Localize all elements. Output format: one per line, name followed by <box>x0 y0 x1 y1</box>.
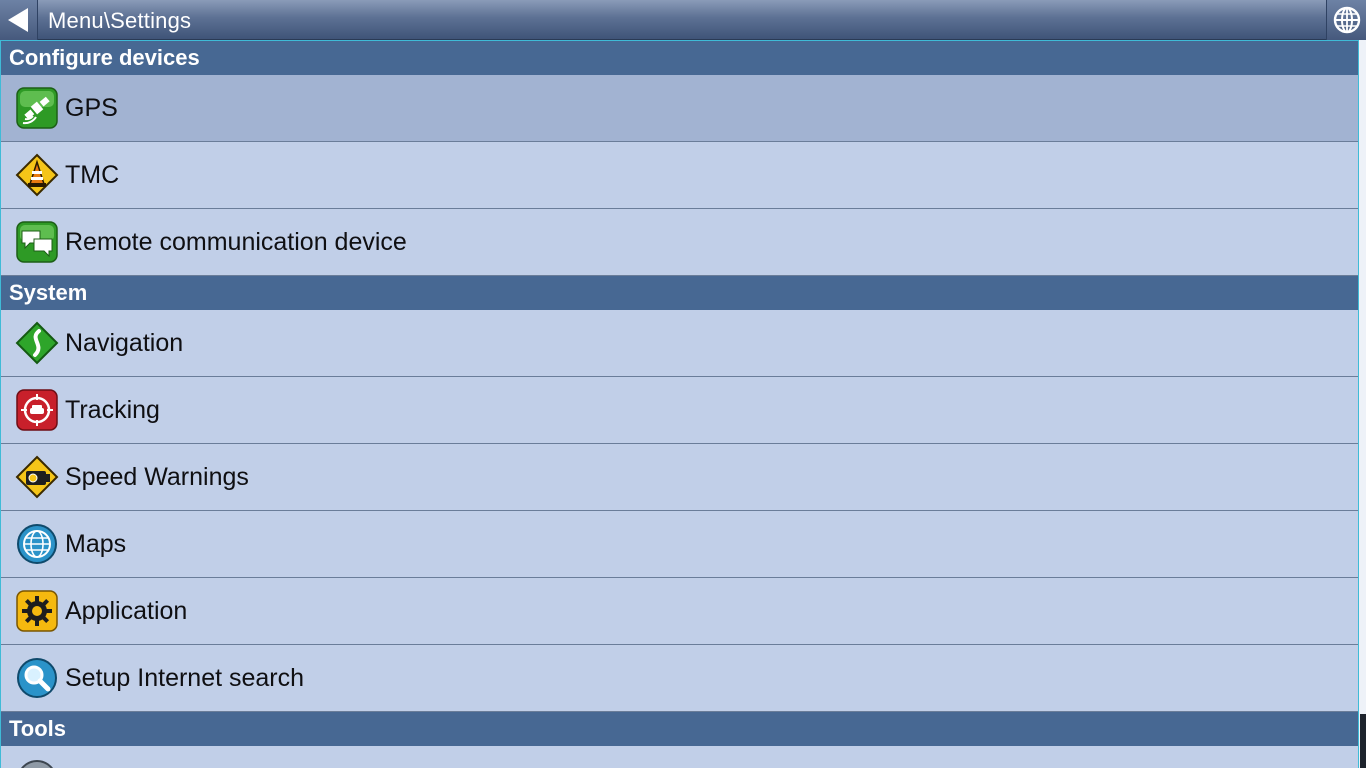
title-bar: Menu\Settings <box>0 0 1366 40</box>
settings-list: Configure devices GPS TMC Remote communi… <box>0 40 1358 768</box>
list-item-setup-internet-search[interactable]: Setup Internet search <box>1 645 1358 712</box>
list-item-application[interactable]: Application <box>1 578 1358 645</box>
list-item-label: Navigation <box>65 328 184 357</box>
partial-item-icon <box>21 760 53 768</box>
language-button[interactable] <box>1326 0 1366 40</box>
section-header-tools: Tools <box>1 712 1358 746</box>
list-item-remote-communication-device[interactable]: Remote communication device <box>1 209 1358 276</box>
list-item-label: Speed Warnings <box>65 462 249 491</box>
list-item-speed-warnings[interactable]: Speed Warnings <box>1 444 1358 511</box>
magnifier-icon <box>17 658 57 698</box>
speed-camera-icon <box>15 455 59 499</box>
scrollbar[interactable] <box>1358 40 1366 768</box>
list-item-maps[interactable]: Maps <box>1 511 1358 578</box>
list-item-label: Tracking <box>65 395 160 424</box>
list-item-label: GPS <box>65 93 118 122</box>
section-header-configure-devices: Configure devices <box>1 41 1358 75</box>
globe-icon <box>17 524 57 564</box>
list-item-navigation[interactable]: Navigation <box>1 310 1358 377</box>
list-item-label: Maps <box>65 529 127 558</box>
tmc-traffic-cone-icon <box>15 153 59 197</box>
list-item-gps[interactable]: GPS <box>1 75 1358 142</box>
gps-satellite-icon <box>16 87 58 129</box>
list-item-label: TMC <box>65 160 120 189</box>
chat-bubbles-icon <box>16 221 58 263</box>
back-button[interactable] <box>0 0 38 40</box>
list-item-partial[interactable] <box>1 746 1358 768</box>
list-item-label: Setup Internet search <box>65 663 305 692</box>
globe-icon <box>1333 6 1360 34</box>
car-target-icon <box>16 389 58 431</box>
list-item-tmc[interactable]: TMC <box>1 142 1358 209</box>
list-item-tracking[interactable]: Tracking <box>1 377 1358 444</box>
page-title: Menu\Settings <box>48 8 192 33</box>
list-item-label: Remote communication device <box>65 227 407 256</box>
back-arrow-icon <box>7 8 28 32</box>
scrollbar-thumb[interactable] <box>1360 714 1366 768</box>
list-item-label: Application <box>65 596 188 625</box>
section-header-system: System <box>1 276 1358 310</box>
gear-icon <box>16 590 58 632</box>
road-sign-icon <box>15 321 59 365</box>
